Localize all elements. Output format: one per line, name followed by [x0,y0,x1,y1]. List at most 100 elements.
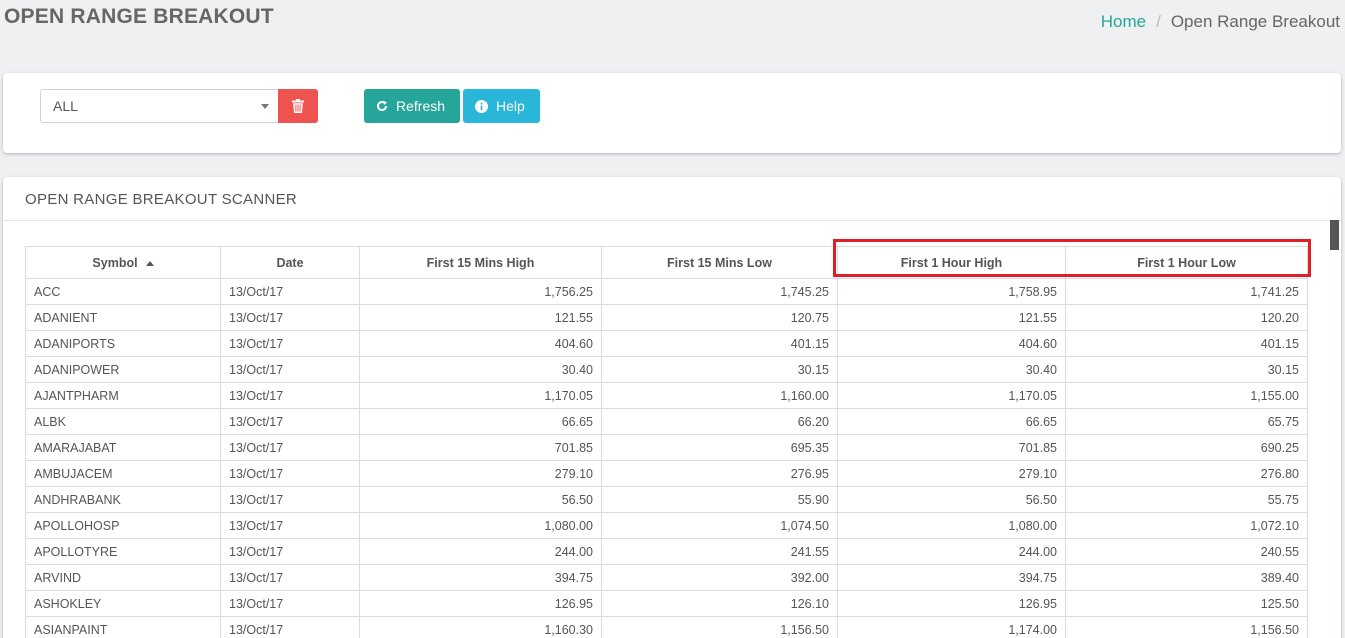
cell-15min-low: 1,160.00 [601,382,838,409]
cell-symbol: AJANTPHARM [25,382,221,409]
cell-15min-low: 276.95 [601,460,838,487]
table-row[interactable]: APOLLOHOSP 13/Oct/17 1,080.00 1,074.50 1,080… [25,512,1308,539]
cell-1hour-high: 279.10 [837,460,1066,487]
table-row[interactable]: AMARAJABAT 13/Oct/17 701.85 695.35 701.85 690… [25,434,1308,461]
cell-15min-low: 1,156.50 [601,616,838,638]
cell-1hour-high: 1,080.00 [837,512,1066,539]
column-header-15min-high[interactable]: First 15 Mins High [359,246,602,279]
cell-symbol: AMBUJACEM [25,460,221,487]
cell-15min-high: 30.40 [359,356,602,383]
cell-15min-high: 701.85 [359,434,602,461]
cell-1hour-high: 701.85 [837,434,1066,461]
cell-1hour-low: 401.15 [1065,330,1308,357]
refresh-button[interactable]: Refresh [364,89,460,123]
cell-15min-low: 392.00 [601,564,838,591]
cell-symbol: ADANIENT [25,304,221,331]
cell-15min-low: 126.10 [601,590,838,617]
column-header-15min-low[interactable]: First 15 Mins Low [601,246,838,279]
cell-1hour-high: 404.60 [837,330,1066,357]
cell-symbol: ARVIND [25,564,221,591]
cell-1hour-high: 1,170.05 [837,382,1066,409]
cell-15min-high: 404.60 [359,330,602,357]
table-row[interactable]: ACC 13/Oct/17 1,756.25 1,745.25 1,758.95 1,74… [25,278,1308,305]
cell-symbol: AMARAJABAT [25,434,221,461]
cell-1hour-high: 66.65 [837,408,1066,435]
cell-1hour-low: 65.75 [1065,408,1308,435]
caret-down-icon [261,104,269,109]
table-body: ACC 13/Oct/17 1,756.25 1,745.25 1,758.95 1,74… [25,278,1308,638]
cell-1hour-high: 1,174.00 [837,616,1066,638]
table-row[interactable]: ALBK 13/Oct/17 66.65 66.20 66.65 65.75 [25,408,1308,435]
cell-date: 13/Oct/17 [220,538,360,565]
cell-15min-low: 120.75 [601,304,838,331]
clear-filter-button[interactable] [278,89,318,123]
cell-15min-low: 30.15 [601,356,838,383]
cell-1hour-low: 690.25 [1065,434,1308,461]
cell-15min-high: 56.50 [359,486,602,513]
cell-date: 13/Oct/17 [220,356,360,383]
cell-15min-high: 1,756.25 [359,278,602,305]
table-row[interactable]: ADANIPORTS 13/Oct/17 404.60 401.15 404.60 401… [25,330,1308,357]
info-icon [475,99,488,113]
cell-1hour-high: 244.00 [837,538,1066,565]
symbol-filter-select[interactable]: ALL [40,89,279,123]
cell-symbol: ASIANPAINT [25,616,221,638]
help-button[interactable]: Help [463,89,540,123]
cell-date: 13/Oct/17 [220,330,360,357]
cell-1hour-low: 1,072.10 [1065,512,1308,539]
cell-1hour-low: 276.80 [1065,460,1308,487]
cell-15min-low: 55.90 [601,486,838,513]
cell-symbol: APOLLOTYRE [25,538,221,565]
trash-icon [292,99,304,113]
cell-15min-high: 126.95 [359,590,602,617]
cell-1hour-low: 1,741.25 [1065,278,1308,305]
cell-15min-high: 394.75 [359,564,602,591]
table-row[interactable]: ADANIENT 13/Oct/17 121.55 120.75 121.55 120.2… [25,304,1308,331]
cell-1hour-high: 56.50 [837,486,1066,513]
help-label: Help [496,98,525,114]
cell-1hour-low: 55.75 [1065,486,1308,513]
table-row[interactable]: ARVIND 13/Oct/17 394.75 392.00 394.75 389.40 [25,564,1308,591]
cell-15min-low: 401.15 [601,330,838,357]
table-row[interactable]: ASHOKLEY 13/Oct/17 126.95 126.10 126.95 125.5… [25,590,1308,617]
cell-1hour-high: 121.55 [837,304,1066,331]
cell-symbol: ADANIPOWER [25,356,221,383]
table-row[interactable]: APOLLOTYRE 13/Oct/17 244.00 241.55 244.00 240… [25,538,1308,565]
cell-date: 13/Oct/17 [220,278,360,305]
table-row[interactable]: AMBUJACEM 13/Oct/17 279.10 276.95 279.10 276.… [25,460,1308,487]
cell-1hour-high: 126.95 [837,590,1066,617]
cell-15min-low: 241.55 [601,538,838,565]
cell-symbol: ANDHRABANK [25,486,221,513]
cell-1hour-high: 394.75 [837,564,1066,591]
cell-15min-high: 279.10 [359,460,602,487]
column-header-date[interactable]: Date [220,246,360,279]
cell-1hour-low: 125.50 [1065,590,1308,617]
table-row[interactable]: ANDHRABANK 13/Oct/17 56.50 55.90 56.50 55.75 [25,486,1308,513]
symbol-filter-value: ALL [53,98,78,114]
cell-symbol: ACC [25,278,221,305]
cell-1hour-low: 389.40 [1065,564,1308,591]
cell-1hour-high: 30.40 [837,356,1066,383]
cell-1hour-high: 1,758.95 [837,278,1066,305]
page-title: OPEN RANGE BREAKOUT [4,5,274,28]
column-header-symbol[interactable]: Symbol [25,246,221,279]
cell-1hour-low: 30.15 [1065,356,1308,383]
breadcrumb-separator: / [1156,12,1161,31]
cell-date: 13/Oct/17 [220,590,360,617]
sort-ascending-icon [145,260,154,266]
cell-15min-low: 1,745.25 [601,278,838,305]
breadcrumb-current: Open Range Breakout [1170,12,1340,31]
cell-15min-high: 1,160.30 [359,616,602,638]
cell-date: 13/Oct/17 [220,382,360,409]
vertical-scrollbar[interactable] [1330,220,1339,250]
cell-symbol: ALBK [25,408,221,435]
table-row[interactable]: AJANTPHARM 13/Oct/17 1,170.05 1,160.00 1,170… [25,382,1308,409]
scanner-title: OPEN RANGE BREAKOUT SCANNER [25,191,298,208]
table-row[interactable]: ASIANPAINT 13/Oct/17 1,160.30 1,156.50 1,174… [25,616,1308,638]
cell-date: 13/Oct/17 [220,460,360,487]
table-row[interactable]: ADANIPOWER 13/Oct/17 30.40 30.15 30.40 30.15 [25,356,1308,383]
breadcrumb-home-link[interactable]: Home [1101,12,1146,32]
cell-date: 13/Oct/17 [220,304,360,331]
cell-date: 13/Oct/17 [220,408,360,435]
refresh-label: Refresh [396,98,446,114]
